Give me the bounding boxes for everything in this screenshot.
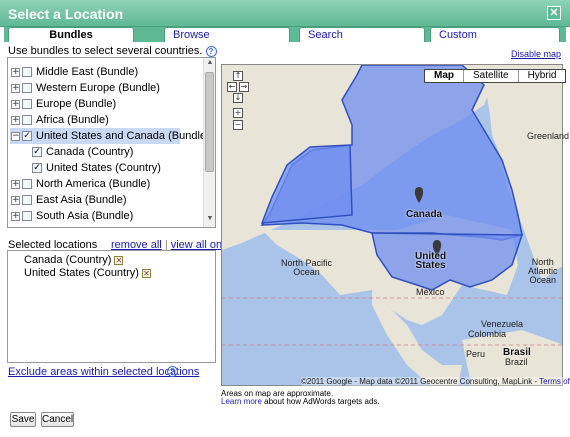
tab-bar: Bundles Browse Search Custom <box>4 27 566 42</box>
map-label-venezuela: Venezuela <box>481 319 524 329</box>
map-view[interactable] <box>221 64 563 386</box>
tab-browse[interactable]: Browse <box>164 27 290 42</box>
map-label-north-atlantic: North Atlantic Ocean <box>528 257 558 285</box>
bundle-label: North America (Bundle) <box>36 178 151 190</box>
tab-search[interactable]: Search <box>299 27 425 42</box>
dialog-titlebar: Select a Location ✕ <box>0 0 570 27</box>
checkbox[interactable] <box>22 67 32 77</box>
selected-item: United States (Country) ✕ <box>24 267 151 279</box>
checkbox[interactable] <box>22 211 32 221</box>
map-type-map[interactable]: Map <box>425 70 463 82</box>
tab-custom[interactable]: Custom <box>430 27 560 42</box>
checkbox[interactable] <box>22 115 32 125</box>
pan-left-icon[interactable]: ← <box>227 82 237 92</box>
map-type-satellite[interactable]: Satellite <box>463 70 518 82</box>
tab-bundles[interactable]: Bundles <box>8 27 134 42</box>
checkbox[interactable] <box>22 195 32 205</box>
selected-item-label: Canada (Country) <box>24 254 112 266</box>
expand-icon[interactable]: + <box>11 196 20 205</box>
learn-more-link[interactable]: Learn more <box>221 397 262 406</box>
checkbox-checked[interactable]: ✓ <box>22 131 32 141</box>
pan-up-icon[interactable]: ↑ <box>233 71 243 81</box>
bundle-label: East Asia (Bundle) <box>36 194 127 206</box>
learn-more-text: about how AdWords targets ads. <box>264 397 380 406</box>
expand-icon[interactable]: + <box>11 100 20 109</box>
remove-icon[interactable]: ✕ <box>114 255 124 265</box>
help-icon[interactable]: ? <box>205 45 217 57</box>
pan-down-icon[interactable]: ↓ <box>233 93 243 103</box>
bundle-label: Europe (Bundle) <box>36 98 117 110</box>
hint-text: Use bundles to select several countries. <box>8 45 203 57</box>
bundle-label: Africa (Bundle) <box>36 114 109 126</box>
close-icon[interactable]: ✕ <box>547 6 561 20</box>
map-label-north-pacific: North Pacific Ocean <box>281 258 333 277</box>
country-label: United States (Country) <box>46 162 161 174</box>
map-label-united-states: United States <box>415 251 447 271</box>
map-label-peru: Peru <box>466 349 486 359</box>
dialog-title: Select a Location <box>8 6 124 22</box>
terms-of-use-link[interactable]: Terms of Use <box>539 377 570 386</box>
save-button[interactable]: Save <box>10 412 36 427</box>
checkbox[interactable] <box>22 99 32 109</box>
country-label: Canada (Country) <box>46 146 134 158</box>
expand-icon[interactable]: + <box>11 116 20 125</box>
scroll-up-icon[interactable]: ▲ <box>205 59 215 69</box>
map-type-switch: Map Satellite Hybrid <box>424 69 567 83</box>
map-label-brasil: Brasil <box>503 347 531 358</box>
bundle-list: + Middle East (Bundle) + Western Europe … <box>7 57 216 228</box>
selected-locations-box: Canada (Country) ✕ United States (Country… <box>7 250 216 363</box>
map-copyright: ©2011 Google - Map data ©2011 Geocentre … <box>301 377 570 386</box>
bundle-label: Middle East (Bundle) <box>36 66 139 78</box>
map-label-canada: Canada <box>406 209 443 220</box>
scroll-thumb[interactable] <box>205 72 214 172</box>
cancel-button[interactable]: Cancel <box>41 412 74 427</box>
disable-map-link[interactable]: Disable map <box>511 49 561 59</box>
map-canvas[interactable] <box>222 65 563 386</box>
list-scrollbar[interactable]: ▲ ▼ <box>203 58 215 227</box>
bundle-label: United States and Canada (Bundle) <box>36 130 210 142</box>
map-label-mexico: México <box>416 287 445 297</box>
checkbox-checked[interactable]: ✓ <box>32 163 42 173</box>
copyright-text: ©2011 Google - Map data ©2011 Geocentre … <box>301 377 538 386</box>
collapse-icon[interactable]: − <box>11 132 20 141</box>
selected-item-label: United States (Country) <box>24 267 139 279</box>
selected-item: Canada (Country) ✕ <box>24 254 124 266</box>
map-label-brazil: Brazil <box>505 357 528 367</box>
map-label-colombia: Colombia <box>468 329 507 339</box>
pan-right-icon[interactable]: → <box>239 82 249 92</box>
remove-icon[interactable]: ✕ <box>141 268 151 278</box>
expand-icon[interactable]: + <box>11 84 20 93</box>
zoom-in-icon[interactable]: + <box>233 108 243 118</box>
expand-icon[interactable]: + <box>11 180 20 189</box>
scroll-down-icon[interactable]: ▼ <box>205 215 215 225</box>
bundle-label: Western Europe (Bundle) <box>36 82 160 94</box>
bundle-label: South Asia (Bundle) <box>36 210 134 222</box>
expand-icon[interactable]: + <box>11 212 20 221</box>
checkbox-checked[interactable]: ✓ <box>32 147 42 157</box>
help-icon[interactable]: ? <box>167 366 178 377</box>
expand-icon[interactable]: + <box>11 68 20 77</box>
learn-more-note: Learn more about how AdWords targets ads… <box>221 397 380 406</box>
checkbox[interactable] <box>22 179 32 189</box>
zoom-out-icon[interactable]: − <box>233 120 243 130</box>
list-item-selected[interactable]: − ✓ United States and Canada (Bundle) <box>10 128 210 144</box>
map-type-hybrid[interactable]: Hybrid <box>517 70 566 82</box>
bundles-hint: Use bundles to select several countries.… <box>8 45 217 57</box>
checkbox[interactable] <box>22 83 32 93</box>
map-label-greenland: Greenland <box>527 131 570 141</box>
